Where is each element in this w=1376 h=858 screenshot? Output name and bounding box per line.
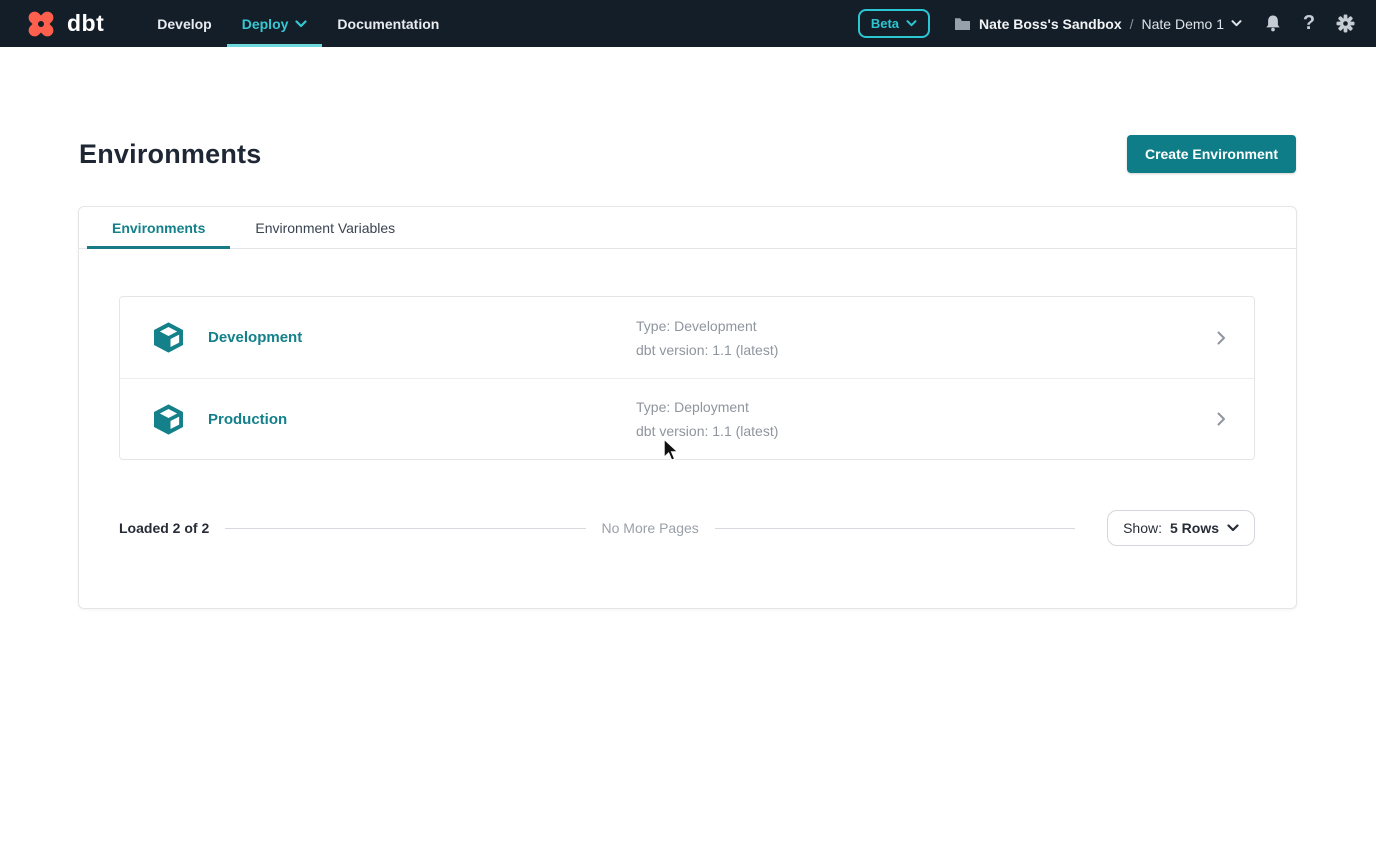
no-more-pages-label: No More Pages bbox=[602, 520, 699, 536]
notifications-bell-icon[interactable] bbox=[1262, 11, 1284, 37]
breadcrumb: Nate Boss's Sandbox / Nate Demo 1 bbox=[954, 16, 1242, 32]
create-environment-button[interactable]: Create Environment bbox=[1127, 135, 1296, 173]
divider-line bbox=[225, 528, 585, 529]
tab-bar: Environments Environment Variables bbox=[79, 207, 1296, 249]
topbar-right: Beta Nate Boss's Sandbox / Nate Demo 1 ? bbox=[858, 0, 1356, 47]
help-icon[interactable]: ? bbox=[1298, 11, 1320, 37]
tab-environment-variables[interactable]: Environment Variables bbox=[230, 207, 420, 248]
chevron-down-icon bbox=[1231, 20, 1242, 27]
nav-documentation[interactable]: Documentation bbox=[322, 0, 454, 47]
breadcrumb-project-dropdown[interactable]: Nate Demo 1 bbox=[1142, 16, 1242, 32]
dbt-logo-icon bbox=[24, 7, 58, 41]
main-content: Environments Create Environment Environm… bbox=[0, 47, 1376, 609]
environment-type: Type: Deployment bbox=[636, 399, 778, 415]
card-body: Development Type: Development dbt versio… bbox=[79, 249, 1296, 546]
rows-per-page-dropdown[interactable]: Show: 5 Rows bbox=[1107, 510, 1255, 546]
environment-row-production[interactable]: Production Type: Deployment dbt version:… bbox=[120, 378, 1254, 459]
chevron-down-icon bbox=[295, 20, 307, 28]
settings-gear-icon[interactable] bbox=[1334, 11, 1356, 37]
tab-active-underline bbox=[87, 246, 230, 249]
top-nav: Develop Deploy Documentation bbox=[142, 0, 454, 47]
environment-name: Development bbox=[208, 329, 636, 346]
environment-meta: Type: Deployment dbt version: 1.1 (lates… bbox=[636, 399, 778, 439]
dbt-logo[interactable]: dbt bbox=[24, 0, 104, 47]
divider-line bbox=[715, 528, 1075, 529]
environment-row-development[interactable]: Development Type: Development dbt versio… bbox=[120, 297, 1254, 378]
environment-name: Production bbox=[208, 411, 636, 428]
brand-name: dbt bbox=[67, 10, 104, 37]
environments-card: Environments Environment Variables Devel… bbox=[78, 206, 1297, 609]
page-header: Environments Create Environment bbox=[0, 47, 1376, 173]
rows-value: 5 Rows bbox=[1170, 520, 1219, 536]
topbar: dbt Develop Deploy Documentation Beta Na… bbox=[0, 0, 1376, 47]
environment-cube-icon bbox=[150, 401, 187, 438]
environment-cube-icon bbox=[150, 319, 187, 356]
breadcrumb-account[interactable]: Nate Boss's Sandbox bbox=[979, 16, 1122, 32]
folder-icon bbox=[954, 17, 971, 31]
loaded-count: Loaded 2 of 2 bbox=[119, 520, 209, 536]
tab-environments[interactable]: Environments bbox=[87, 207, 230, 248]
nav-develop[interactable]: Develop bbox=[142, 0, 226, 47]
nav-active-underline bbox=[227, 44, 323, 47]
pagination-bar: Loaded 2 of 2 No More Pages Show: 5 Rows bbox=[119, 510, 1255, 546]
chevron-down-icon bbox=[906, 20, 917, 27]
chevron-down-icon bbox=[1227, 524, 1239, 532]
nav-deploy[interactable]: Deploy bbox=[227, 0, 323, 47]
environment-list: Development Type: Development dbt versio… bbox=[119, 296, 1255, 460]
page-title: Environments bbox=[79, 139, 261, 170]
beta-dropdown[interactable]: Beta bbox=[858, 9, 930, 38]
environment-version: dbt version: 1.1 (latest) bbox=[636, 342, 778, 358]
environment-meta: Type: Development dbt version: 1.1 (late… bbox=[636, 318, 778, 358]
chevron-right-icon bbox=[1217, 412, 1226, 426]
chevron-right-icon bbox=[1217, 331, 1226, 345]
environment-type: Type: Development bbox=[636, 318, 778, 334]
show-label: Show: bbox=[1123, 520, 1162, 536]
breadcrumb-separator: / bbox=[1130, 16, 1134, 32]
environment-version: dbt version: 1.1 (latest) bbox=[636, 423, 778, 439]
